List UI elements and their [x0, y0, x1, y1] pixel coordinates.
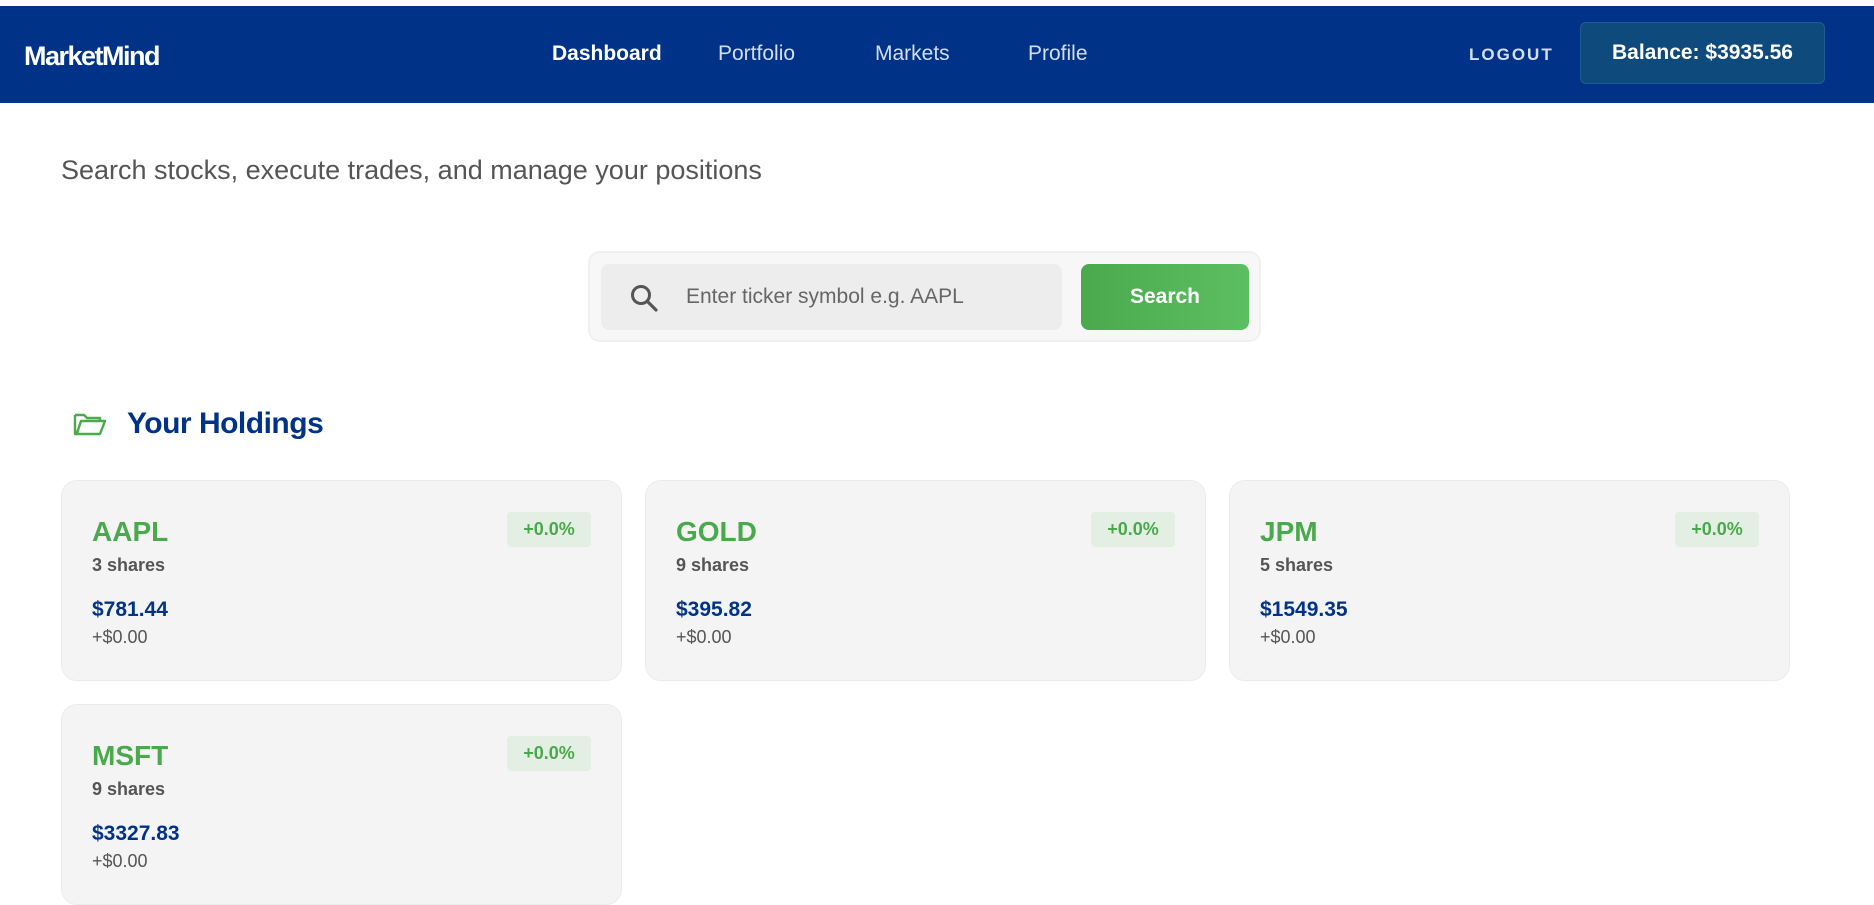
holding-card-msft[interactable]: MSFT 9 shares $3327.83 +$0.00 +0.0%: [61, 704, 622, 905]
holding-value: $781.44: [92, 598, 168, 621]
balance-display: Balance: $3935.56: [1580, 22, 1825, 84]
change-percent-badge: +0.0%: [1091, 512, 1175, 547]
brand-logo[interactable]: MarketMind: [24, 41, 161, 72]
holding-change: +$0.00: [92, 627, 148, 647]
top-navbar: MarketMind Dashboard Portfolio Markets P…: [0, 6, 1874, 103]
holding-ticker: AAPL: [92, 516, 169, 547]
search-panel: Search: [588, 251, 1261, 342]
nav-profile[interactable]: Profile: [1028, 42, 1088, 66]
holding-card-gold[interactable]: GOLD 9 shares $395.82 +$0.00 +0.0%: [645, 480, 1206, 681]
logout-button[interactable]: LOGOUT: [1469, 45, 1554, 65]
holding-shares: 9 shares: [676, 555, 750, 575]
change-percent-badge: +0.0%: [507, 512, 591, 547]
holding-change: +$0.00: [92, 851, 148, 871]
balance-label: Balance: $3935.56: [1612, 41, 1793, 64]
holding-ticker: JPM: [1260, 516, 1318, 547]
holding-card-jpm[interactable]: JPM 5 shares $1549.35 +$0.00 +0.0%: [1229, 480, 1790, 681]
holding-ticker: MSFT: [92, 740, 169, 771]
holding-ticker: GOLD: [676, 516, 757, 547]
holding-shares: 5 shares: [1260, 555, 1334, 575]
holdings-header: Your Holdings: [73, 404, 324, 444]
search-icon: [631, 285, 658, 312]
holding-card-aapl[interactable]: AAPL 3 shares $781.44 +$0.00 +0.0%: [61, 480, 622, 681]
holding-value: $395.82: [676, 598, 752, 621]
nav-markets[interactable]: Markets: [875, 42, 950, 66]
ticker-search-input[interactable]: [686, 276, 1046, 318]
holdings-title: Your Holdings: [127, 407, 324, 440]
search-button[interactable]: Search: [1081, 264, 1249, 330]
holding-shares: 3 shares: [92, 555, 166, 575]
search-box[interactable]: [601, 264, 1062, 330]
holding-shares: 9 shares: [92, 779, 166, 799]
holding-value: $1549.35: [1260, 598, 1348, 621]
change-percent-badge: +0.0%: [1675, 512, 1759, 547]
holding-change: +$0.00: [1260, 627, 1316, 647]
holding-value: $3327.83: [92, 822, 180, 845]
change-percent-badge: +0.0%: [507, 736, 591, 771]
folder-open-icon: [73, 413, 107, 436]
holding-change: +$0.00: [676, 627, 732, 647]
page-subtitle: Search stocks, execute trades, and manag…: [61, 155, 762, 185]
nav-dashboard[interactable]: Dashboard: [552, 42, 662, 66]
nav-portfolio[interactable]: Portfolio: [718, 42, 795, 66]
